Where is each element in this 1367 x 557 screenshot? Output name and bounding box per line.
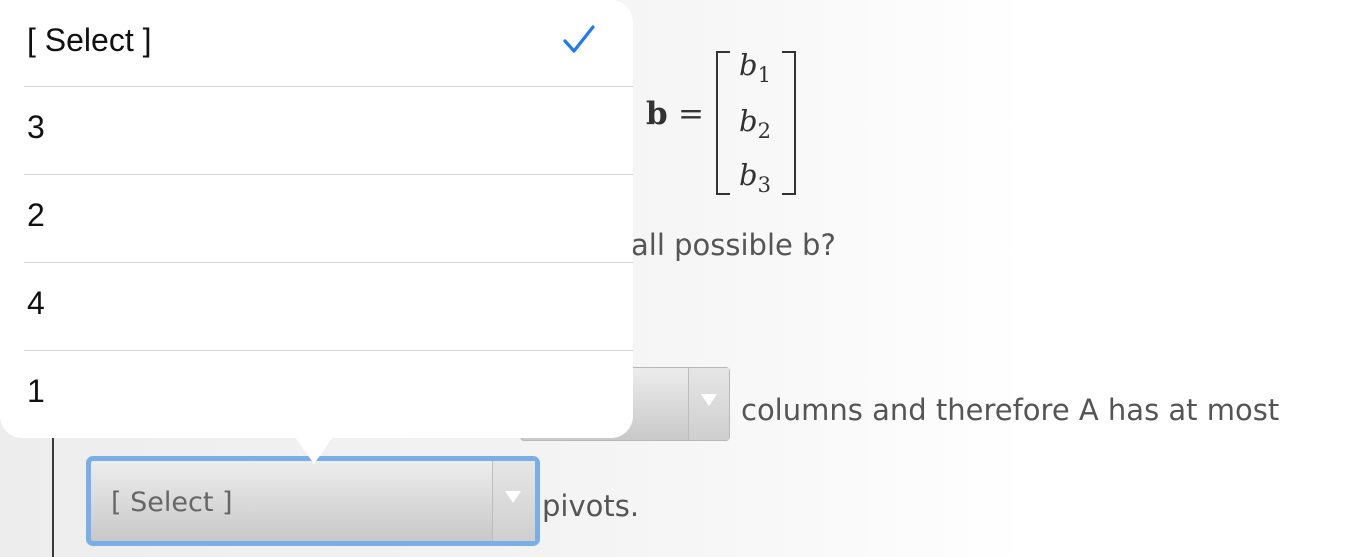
vector-entry-1: b1 xyxy=(739,48,771,87)
right-bracket xyxy=(782,51,796,195)
question-fragment: all possible b? xyxy=(631,228,836,262)
left-bracket xyxy=(716,51,730,195)
option-label: [ Select ] xyxy=(27,22,152,58)
pivots-text: pivots. xyxy=(542,489,640,523)
option-label: 1 xyxy=(27,373,45,409)
dropdown-option-4[interactable]: 4 xyxy=(24,262,633,350)
checkmark-icon xyxy=(563,25,595,53)
dropdown-popover: [ Select ] 3 2 4 1 xyxy=(0,0,633,438)
dropdown-option-2[interactable]: 2 xyxy=(24,174,633,262)
left-rule xyxy=(52,436,54,557)
vector-b-symbol: b xyxy=(646,96,668,132)
chevron-down-icon xyxy=(505,491,521,503)
vector-entry-2: b2 xyxy=(739,104,771,143)
dropdown-option-3[interactable]: 3 xyxy=(24,86,633,174)
dropdown-option-select[interactable]: [ Select ] xyxy=(24,0,633,88)
select-arrow[interactable] xyxy=(688,368,729,440)
chevron-down-icon xyxy=(701,394,717,406)
vector-b-equation: b = b1 b2 b3 xyxy=(646,48,806,197)
dropdown-option-1[interactable]: 1 xyxy=(24,350,633,438)
columns-text: columns and therefore A has at most xyxy=(741,393,1280,427)
pivots-select[interactable]: [ Select ] xyxy=(86,456,540,546)
option-label: 2 xyxy=(27,197,45,233)
popover-pointer xyxy=(290,430,338,464)
pivots-select-value: [ Select ] xyxy=(111,487,233,518)
vector-entry-3: b3 xyxy=(739,158,771,197)
select-arrow[interactable] xyxy=(492,461,535,541)
option-label: 4 xyxy=(27,285,45,321)
option-label: 3 xyxy=(27,109,45,145)
equals-sign: = xyxy=(678,96,704,132)
